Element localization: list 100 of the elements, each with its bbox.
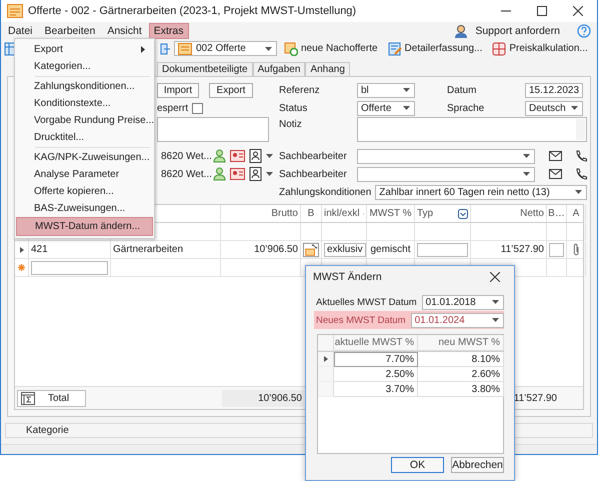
menu-item[interactable]: Offerte kopieren... xyxy=(16,183,153,200)
import-button[interactable]: Import xyxy=(157,82,199,98)
table-cell: 10’906.50 xyxy=(254,244,298,255)
b-field[interactable] xyxy=(549,242,564,256)
referenz-combo[interactable]: bl xyxy=(357,82,415,98)
menu-item[interactable]: Analyse Parameter xyxy=(16,166,153,183)
menu-item[interactable]: Zahlungskonditionen... xyxy=(16,78,153,95)
tab[interactable]: Anhang xyxy=(305,62,350,76)
caret-icon xyxy=(266,154,273,158)
edit-form-icon xyxy=(388,42,402,56)
column-header[interactable]: A xyxy=(572,208,580,219)
person-icon[interactable] xyxy=(213,167,226,181)
table-cell: 2.60% xyxy=(472,368,500,380)
caret-icon xyxy=(492,318,499,322)
column-header[interactable]: Brutto xyxy=(271,208,298,219)
percent-calculator-icon[interactable] xyxy=(303,242,319,258)
column-header[interactable]: Netto xyxy=(520,208,544,219)
contact-value: 8620 Wet... xyxy=(161,168,209,180)
date-combo[interactable]: 01.01.2018 xyxy=(422,294,504,310)
dialog-button[interactable]: Abbrechen xyxy=(451,457,504,473)
caret-icon xyxy=(571,106,578,110)
help-icon[interactable] xyxy=(577,24,591,38)
toolbar-button[interactable]: Preiskalkulation... xyxy=(489,42,591,56)
row-header[interactable] xyxy=(318,352,334,367)
contact-book-icon[interactable] xyxy=(249,167,262,181)
new-row-field[interactable] xyxy=(31,260,108,274)
field-label: Sachbearbeiter xyxy=(279,168,348,180)
submenu-arrow-icon xyxy=(141,46,145,53)
column-header[interactable]: MWST % xyxy=(369,208,412,219)
field-label: Status xyxy=(279,102,308,114)
column-header[interactable]: aktuelle MWST % xyxy=(334,337,414,348)
address-card-icon[interactable] xyxy=(230,168,245,180)
address-card-icon[interactable] xyxy=(230,150,245,162)
field-label: Datum xyxy=(447,84,478,96)
table-cell: 2.50% xyxy=(386,368,414,380)
menu-item[interactable]: Ansicht xyxy=(102,22,147,38)
menu-item[interactable]: Export xyxy=(16,41,153,58)
menu-item[interactable]: Konditionstexte... xyxy=(16,95,153,112)
support-person-icon xyxy=(454,24,468,38)
maximize-icon[interactable] xyxy=(537,6,547,16)
paperclip-icon[interactable] xyxy=(572,243,580,256)
field-label: Notiz xyxy=(279,118,303,130)
menu-item[interactable]: Vorgabe Rundung Preise... xyxy=(16,112,153,129)
sum-table-icon xyxy=(21,392,35,404)
column-header[interactable]: neu MWST % xyxy=(438,337,500,348)
field-label: Sprache xyxy=(447,102,486,114)
table-cell: 8.10% xyxy=(472,354,500,364)
new-row-icon xyxy=(18,264,25,271)
menu-item[interactable]: KAG/NPK-Zuweisungen... xyxy=(16,149,153,166)
column-header[interactable]: inkl/exkl xyxy=(324,208,360,219)
column-header[interactable]: B xyxy=(308,208,314,219)
phone-icon[interactable] xyxy=(575,150,587,162)
type-field[interactable] xyxy=(417,242,468,256)
total-button[interactable]: Total xyxy=(17,390,86,406)
menu-item[interactable]: MWST-Datum ändern... xyxy=(16,217,153,236)
menu-item[interactable]: Bearbeiten xyxy=(40,22,100,38)
field-label: Neues MWST Datum xyxy=(316,314,406,326)
payment-terms-combo[interactable]: Zahlbar innert 60 Tagen rein netto (13) xyxy=(375,184,587,200)
dialog-title: MWST Ändern xyxy=(313,271,382,283)
close-icon[interactable] xyxy=(490,272,500,282)
total-brutto: 10’906.50 xyxy=(222,390,304,406)
mail-icon[interactable] xyxy=(549,151,562,161)
date-combo[interactable]: 01.01.2024 xyxy=(410,312,504,328)
scrollbar[interactable] xyxy=(576,119,585,140)
dialog-button[interactable]: OK xyxy=(391,457,444,473)
contact-book-icon[interactable] xyxy=(249,149,262,163)
menu-item[interactable]: Extras xyxy=(148,22,189,38)
tax-mode-field[interactable]: exklusiv xyxy=(324,242,366,256)
menu-item[interactable]: Kategorien... xyxy=(16,58,153,75)
caret-icon xyxy=(523,172,530,176)
column-header[interactable]: B… xyxy=(548,208,565,219)
document-icon xyxy=(7,4,23,18)
column-header[interactable]: Typ xyxy=(417,208,434,219)
menu-item[interactable]: Drucktitel... xyxy=(16,129,153,146)
checkbox[interactable] xyxy=(192,102,204,114)
status-combo[interactable]: Offerte xyxy=(357,100,415,116)
phone-icon[interactable] xyxy=(575,168,587,180)
toolbar-button[interactable]: neue Nachofferte xyxy=(281,42,381,56)
mail-icon[interactable] xyxy=(549,169,562,179)
close-icon[interactable] xyxy=(573,6,583,16)
language-combo[interactable]: Deutsch xyxy=(525,100,583,116)
menu-item[interactable]: Datei xyxy=(3,22,38,38)
tab[interactable]: Dokumentbeteiligte xyxy=(157,62,253,76)
export-button[interactable]: Export xyxy=(209,82,253,98)
person-icon[interactable] xyxy=(213,149,226,163)
table-cell: 11’527.90 xyxy=(500,244,544,255)
calculator-icon xyxy=(492,42,506,56)
checkbox-label: esperrt xyxy=(157,102,188,114)
row-indicator-icon xyxy=(324,356,328,362)
caret-icon xyxy=(403,106,410,110)
support-link[interactable]: Support anfordern xyxy=(470,22,565,38)
date-combo[interactable]: 15.12.2023 xyxy=(525,82,583,98)
menu-item[interactable]: BAS-Zuweisungen... xyxy=(16,200,153,217)
toolbar-button[interactable]: Detailerfassung... xyxy=(384,42,486,56)
caret-icon xyxy=(575,190,582,194)
navigate-icon[interactable] xyxy=(160,42,170,56)
tab[interactable]: Aufgaben xyxy=(252,62,306,76)
document-combo[interactable]: 002 Offerte xyxy=(174,41,277,56)
new-document-icon xyxy=(284,42,298,56)
field-label: Referenz xyxy=(279,84,321,96)
